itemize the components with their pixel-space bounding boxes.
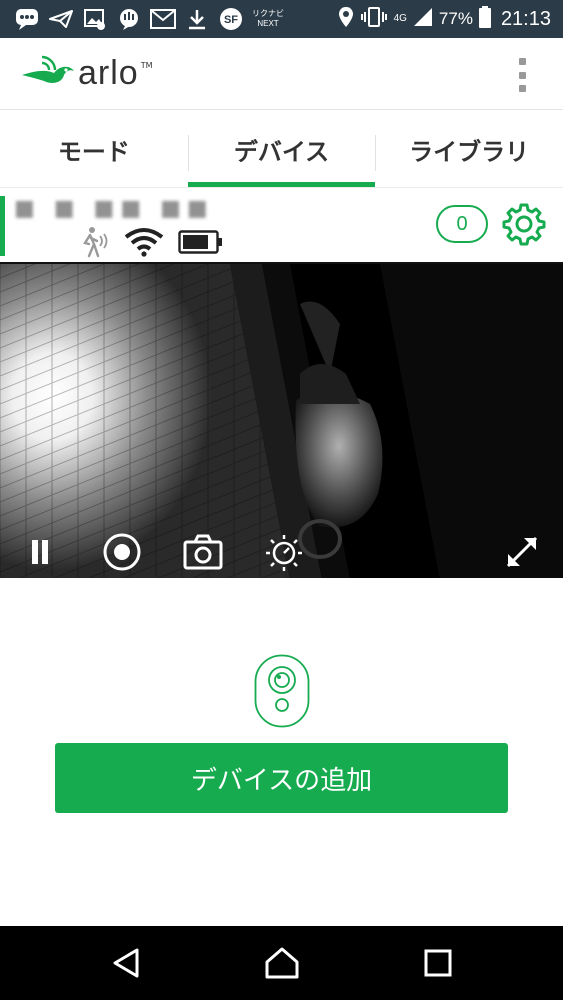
snapshot-icon[interactable] bbox=[181, 530, 225, 574]
night-vision-icon[interactable] bbox=[262, 530, 306, 574]
message-icon bbox=[116, 6, 142, 32]
vibrate-icon bbox=[360, 6, 388, 33]
device-header: ■ ■ ■■ ■■ 0 bbox=[0, 190, 563, 262]
navigation-bar bbox=[0, 926, 563, 1000]
back-icon[interactable] bbox=[106, 943, 146, 983]
network-label: 4G bbox=[393, 13, 407, 24]
sf-icon: SF bbox=[218, 6, 244, 32]
notification-count-badge[interactable]: 0 bbox=[436, 205, 488, 243]
record-icon[interactable] bbox=[100, 530, 144, 574]
add-device-button[interactable]: デバイスの追加 bbox=[55, 743, 508, 813]
arlo-logo: arlo TM bbox=[20, 54, 153, 93]
tab-bar: モード デバイス ライブラリ bbox=[0, 111, 563, 188]
home-icon[interactable] bbox=[262, 943, 302, 983]
settings-gear-icon[interactable] bbox=[502, 202, 546, 246]
tab-mode[interactable]: モード bbox=[0, 111, 188, 187]
device-status-icons bbox=[76, 226, 224, 262]
wifi-icon bbox=[124, 227, 164, 261]
gallery-icon bbox=[82, 6, 108, 32]
device-name: ■ ■ ■■ ■■ bbox=[14, 196, 214, 221]
system-icons: 4G 77% 21:13 bbox=[338, 0, 551, 38]
fullscreen-icon[interactable] bbox=[500, 530, 544, 574]
logo-text: arlo bbox=[78, 54, 139, 92]
download-icon bbox=[184, 6, 210, 32]
battery-icon bbox=[178, 230, 224, 258]
signal-icon bbox=[413, 7, 433, 32]
bird-logo-icon bbox=[20, 55, 76, 93]
feed-controls bbox=[0, 526, 563, 578]
overflow-menu-icon[interactable] bbox=[515, 58, 529, 92]
tab-devices[interactable]: デバイス bbox=[187, 111, 376, 187]
status-battery-icon bbox=[478, 5, 491, 33]
chat-icon bbox=[14, 6, 40, 32]
pause-icon[interactable] bbox=[18, 530, 62, 574]
status-bar: SF リクナビ NEXT 4G 77% 21:13 bbox=[0, 0, 563, 38]
motion-icon bbox=[76, 226, 110, 262]
tab-library[interactable]: ライブラリ bbox=[375, 111, 563, 187]
recents-icon[interactable] bbox=[418, 943, 458, 983]
location-icon bbox=[338, 6, 354, 33]
rikunabi-label-bottom: NEXT bbox=[257, 19, 279, 28]
notification-icons: SF リクナビ NEXT bbox=[14, 6, 284, 32]
rikunabi-label-top: リクナビ bbox=[252, 9, 284, 18]
clock: 21:13 bbox=[500, 7, 551, 30]
rikunabi-next-icon: リクナビ NEXT bbox=[252, 9, 284, 29]
battery-percent: 77% bbox=[438, 9, 473, 28]
gmail-icon bbox=[150, 6, 176, 32]
arlo-camera-icon bbox=[254, 654, 310, 728]
paper-plane-icon bbox=[48, 6, 74, 32]
logo-tm: TM bbox=[140, 61, 153, 70]
sf-label: SF bbox=[224, 14, 238, 26]
device-accent-bar bbox=[0, 196, 5, 256]
app-bar: arlo TM bbox=[0, 38, 563, 110]
